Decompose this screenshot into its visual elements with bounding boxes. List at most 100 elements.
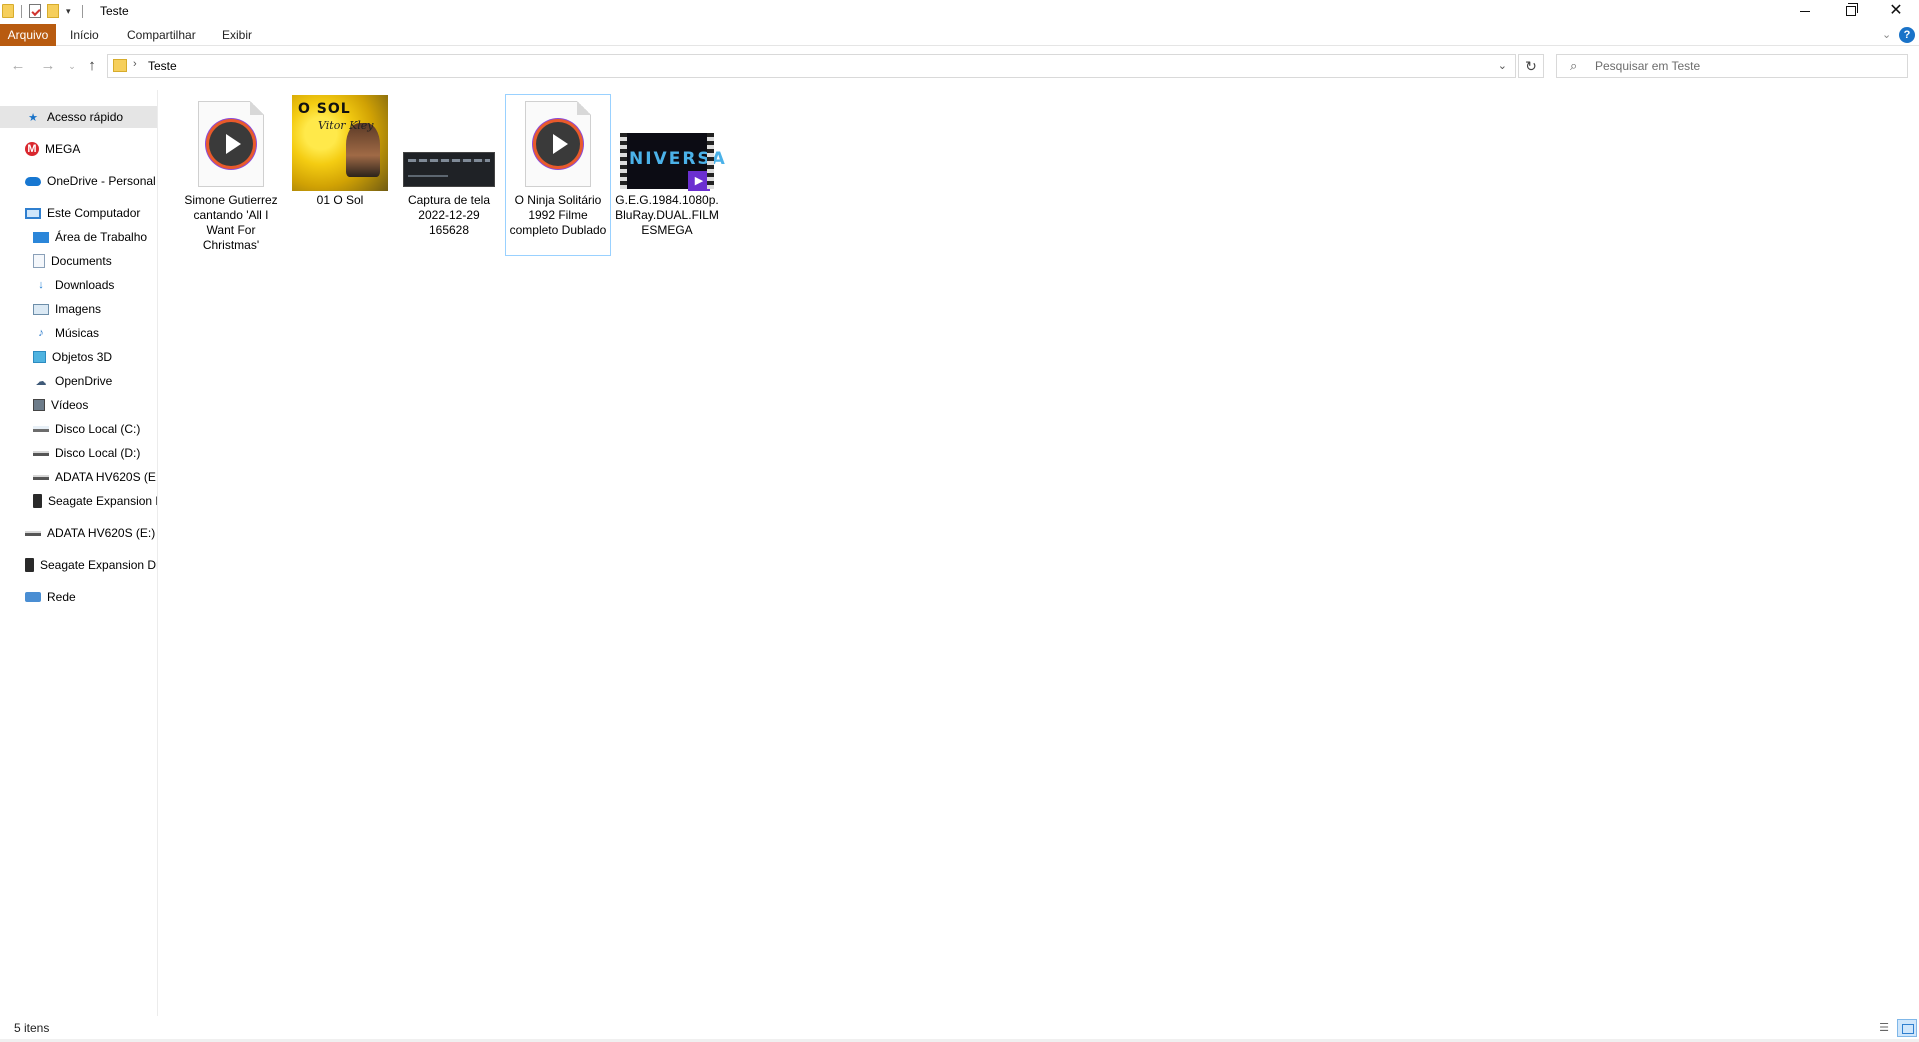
star-icon: ★ xyxy=(28,111,38,124)
file-list: Simone Gutierrez cantando 'All I Want Fo… xyxy=(160,90,1919,1016)
chevron-down-icon[interactable]: ⌄ xyxy=(1498,59,1507,72)
minimize-button[interactable] xyxy=(1782,0,1828,22)
sidebar-item-adata-e[interactable]: ADATA HV620S (E:) xyxy=(0,466,157,488)
video-thumbnail: NIVERSA ▶ xyxy=(620,133,725,191)
toolbar-separator xyxy=(21,4,22,18)
computer-icon xyxy=(25,207,41,219)
address-bar[interactable]: › Teste ⌄ xyxy=(107,54,1516,78)
item-count: 5 itens xyxy=(14,1021,50,1035)
external-drive-icon xyxy=(33,494,42,508)
sidebar-item-rede[interactable]: Rede xyxy=(0,586,157,608)
drive-icon xyxy=(33,450,49,456)
new-folder-icon[interactable] xyxy=(47,4,59,18)
sidebar-item-label: Seagate Expansion Drive xyxy=(48,494,157,508)
breadcrumb-teste[interactable]: Teste xyxy=(148,59,177,73)
sidebar-item-label: Acesso rápido xyxy=(47,110,124,124)
navigation-bar: ← → ⌄ ↑ › Teste ⌄ ↻ ⌕ xyxy=(0,48,1919,84)
sidebar-item-disco-c[interactable]: Disco Local (C:) xyxy=(0,418,157,440)
sidebar-item-area-de-trabalho[interactable]: Área de Trabalho xyxy=(0,226,157,248)
videos-icon xyxy=(33,399,45,411)
title-bar: ▾ Teste ✕ xyxy=(0,0,1919,24)
sidebar-item-label: Disco Local (D:) xyxy=(55,446,141,460)
search-box[interactable]: ⌕ xyxy=(1556,54,1908,78)
sidebar-item-label: Imagens xyxy=(55,302,102,316)
sidebar-item-adata-e-root[interactable]: ADATA HV620S (E:) xyxy=(0,522,157,544)
file-item-selected[interactable]: O Ninja Solitário 1992 Filme completo Du… xyxy=(505,94,611,256)
tab-inicio[interactable]: Início xyxy=(70,24,99,46)
video-app-icon: ▶ xyxy=(688,171,710,191)
screenshot-detail xyxy=(408,159,490,162)
video-thumbnail-text: NIVERSA xyxy=(629,149,727,169)
album-art-title: O SOL xyxy=(298,101,351,117)
close-icon: ✕ xyxy=(1889,2,1903,19)
close-button[interactable]: ✕ xyxy=(1873,0,1919,22)
sidebar-item-label: Vídeos xyxy=(51,398,89,412)
sidebar-item-objetos-3d[interactable]: Objetos 3D xyxy=(0,346,157,368)
drive-c-icon xyxy=(33,426,49,432)
sidebar-item-este-computador[interactable]: Este Computador xyxy=(0,202,157,224)
sidebar-item-label: ADATA HV620S (E:) xyxy=(47,526,156,540)
sidebar-item-imagens[interactable]: Imagens xyxy=(0,298,157,320)
toolbar-separator xyxy=(82,4,83,18)
sidebar-item-label: MEGA xyxy=(45,142,81,156)
sidebar-item-label: OneDrive - Personal xyxy=(47,174,156,188)
restore-button[interactable] xyxy=(1828,0,1874,22)
details-view-icon[interactable]: ☰ xyxy=(1876,1021,1892,1035)
sidebar-item-opendrive[interactable]: ☁ OpenDrive xyxy=(0,370,157,392)
large-icons-view-icon[interactable] xyxy=(1897,1019,1917,1037)
breadcrumb-separator[interactable]: › xyxy=(133,58,137,70)
music-icon: ♪ xyxy=(38,327,44,339)
sidebar-item-onedrive[interactable]: OneDrive - Personal xyxy=(0,170,157,192)
file-item[interactable]: NIVERSA ▶ G.E.G.1984.1080p.BluRay.DUAL.F… xyxy=(614,94,725,256)
file-name: 01 O Sol xyxy=(316,193,364,207)
sidebar-item-documents[interactable]: Documents xyxy=(0,250,157,272)
refresh-icon: ↻ xyxy=(1525,58,1537,74)
back-arrow-icon[interactable]: ← xyxy=(8,57,28,74)
sidebar-item-seagate[interactable]: Seagate Expansion Drive xyxy=(0,490,157,512)
tab-compartilhar[interactable]: Compartilhar xyxy=(127,24,196,46)
sidebar-item-label: Objetos 3D xyxy=(52,350,113,364)
expand-ribbon-icon[interactable]: ⌄ xyxy=(1882,28,1891,41)
album-art-subtitle: Vitor Kley xyxy=(318,119,374,132)
file-item[interactable]: Captura de tela 2022-12-29 165628 xyxy=(396,94,502,256)
sidebar-item-seagate-root[interactable]: Seagate Expansion Drive xyxy=(0,554,157,576)
sidebar-item-mega[interactable]: M MEGA xyxy=(0,138,157,160)
tab-exibir[interactable]: Exibir xyxy=(222,24,252,46)
sidebar-item-acesso-rapido[interactable]: ★ Acesso rápido xyxy=(0,106,157,128)
sidebar-item-label: Seagate Expansion Drive xyxy=(40,558,157,572)
refresh-button[interactable]: ↻ xyxy=(1518,54,1544,78)
external-drive-icon xyxy=(25,558,34,572)
minimize-icon xyxy=(1800,10,1810,12)
forward-arrow-icon[interactable]: → xyxy=(38,57,58,74)
folder-icon xyxy=(2,4,14,18)
help-icon[interactable]: ? xyxy=(1899,27,1915,43)
window-title: Teste xyxy=(100,4,129,18)
customize-toolbar-icon[interactable]: ▾ xyxy=(66,6,75,16)
downloads-icon: ↓ xyxy=(38,279,44,291)
properties-icon[interactable] xyxy=(29,4,41,18)
drive-icon xyxy=(25,530,41,536)
file-item[interactable]: O SOL Vitor Kley 01 O Sol xyxy=(287,94,393,256)
file-name: O Ninja Solitário 1992 Filme completo Du… xyxy=(509,193,607,237)
recent-locations-icon[interactable]: ⌄ xyxy=(62,61,82,72)
file-name: Simone Gutierrez cantando 'All I Want Fo… xyxy=(184,193,278,252)
play-icon xyxy=(209,122,253,166)
sidebar-item-videos[interactable]: Vídeos xyxy=(0,394,157,416)
navigation-pane: ★ Acesso rápido M MEGA OneDrive - Person… xyxy=(0,90,158,1016)
sidebar-item-downloads[interactable]: ↓ Downloads xyxy=(0,274,157,296)
file-item[interactable]: Simone Gutierrez cantando 'All I Want Fo… xyxy=(178,94,284,256)
sidebar-item-label: Rede xyxy=(47,590,76,604)
sidebar-item-label: ADATA HV620S (E:) xyxy=(55,470,157,484)
sidebar-item-musicas[interactable]: ♪ Músicas xyxy=(0,322,157,344)
search-input[interactable] xyxy=(1595,58,1895,74)
screenshot-thumbnail xyxy=(403,152,495,187)
drive-icon xyxy=(33,474,49,480)
search-icon: ⌕ xyxy=(1570,58,1578,73)
sidebar-item-label: Este Computador xyxy=(47,206,141,220)
pictures-icon xyxy=(33,303,49,315)
sidebar-item-disco-d[interactable]: Disco Local (D:) xyxy=(0,442,157,464)
play-icon xyxy=(536,122,580,166)
up-arrow-icon[interactable]: ↑ xyxy=(82,57,102,74)
tab-arquivo[interactable]: Arquivo xyxy=(0,24,56,46)
sidebar-item-label: Documents xyxy=(51,254,112,268)
